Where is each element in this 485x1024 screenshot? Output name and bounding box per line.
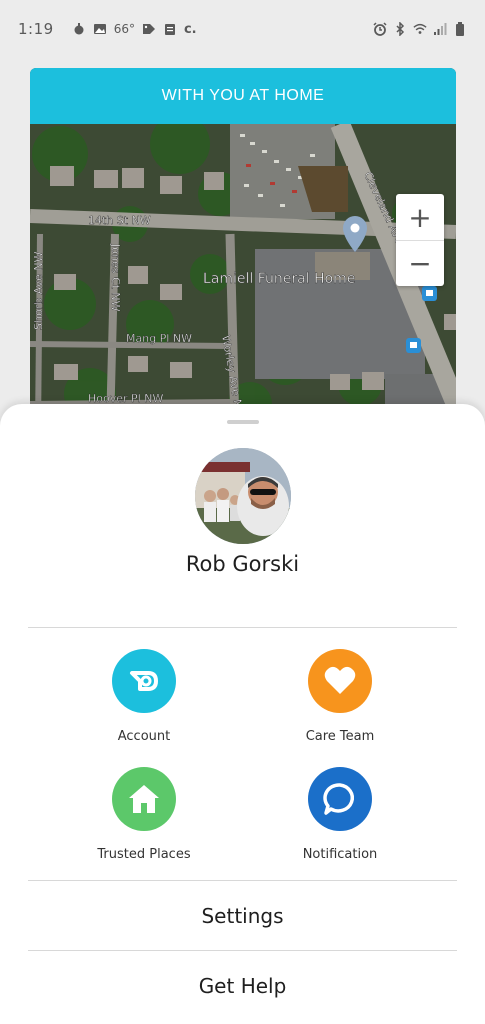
satellite-map: 14th St NW Jones Ct NW Shorb Ave NW Mang… <box>30 124 456 428</box>
notification-app-icon <box>74 23 84 35</box>
place-label: Lamiell Funeral Home <box>203 271 355 287</box>
trusted-places-tile[interactable]: Trusted Places <box>64 767 224 862</box>
settings-button[interactable]: Settings <box>0 904 485 928</box>
tag-icon <box>142 24 155 34</box>
zoom-out-button[interactable]: − <box>396 240 444 286</box>
street-label-14th: 14th St NW <box>88 214 151 227</box>
zoom-controls: + − <box>396 194 444 286</box>
signal-icon <box>434 23 447 35</box>
notification-tile[interactable]: Notification <box>260 767 420 862</box>
profile-sheet: Rob Gorski Account Care Team Trusted Pla… <box>0 404 485 1024</box>
get-help-button[interactable]: Get Help <box>0 974 485 998</box>
street-label-jones: Jones Ct NW <box>109 243 122 312</box>
chat-bubble-icon <box>308 767 372 831</box>
carrier-glyph: c. <box>183 21 197 37</box>
account-icon <box>112 649 176 713</box>
street-label-shorb: Shorb Ave NW <box>32 251 45 330</box>
account-label: Account <box>117 729 171 744</box>
drag-handle[interactable] <box>227 420 259 424</box>
avatar-photo <box>195 448 291 544</box>
battery-icon <box>456 22 464 36</box>
clipboard-icon <box>164 24 175 35</box>
temperature: 66° <box>113 22 135 36</box>
image-icon <box>93 24 106 34</box>
avatar[interactable] <box>195 448 291 544</box>
status-time: 1:19 <box>18 20 54 38</box>
street-label-mang: Mang Pl NW <box>126 332 192 345</box>
divider <box>28 950 457 951</box>
location-card[interactable]: WITH YOU AT HOME 14th St NW Jones Ct NW … <box>30 68 456 428</box>
care-team-tile[interactable]: Care Team <box>260 649 420 744</box>
divider <box>28 880 457 881</box>
card-title: WITH YOU AT HOME <box>30 68 456 124</box>
map-view[interactable]: 14th St NW Jones Ct NW Shorb Ave NW Mang… <box>30 124 456 428</box>
trusted-places-label: Trusted Places <box>97 847 191 862</box>
notification-label: Notification <box>302 847 378 862</box>
home-icon <box>112 767 176 831</box>
account-tile[interactable]: Account <box>64 649 224 744</box>
care-team-label: Care Team <box>305 729 375 744</box>
user-name: Rob Gorski <box>185 552 300 576</box>
wifi-icon <box>413 23 427 34</box>
alarm-icon <box>373 22 387 36</box>
bluetooth-icon <box>396 22 405 36</box>
divider <box>28 627 457 628</box>
zoom-in-button[interactable]: + <box>396 194 444 240</box>
heart-icon <box>308 649 372 713</box>
status-bar: 1:19 66° c. <box>0 0 485 58</box>
